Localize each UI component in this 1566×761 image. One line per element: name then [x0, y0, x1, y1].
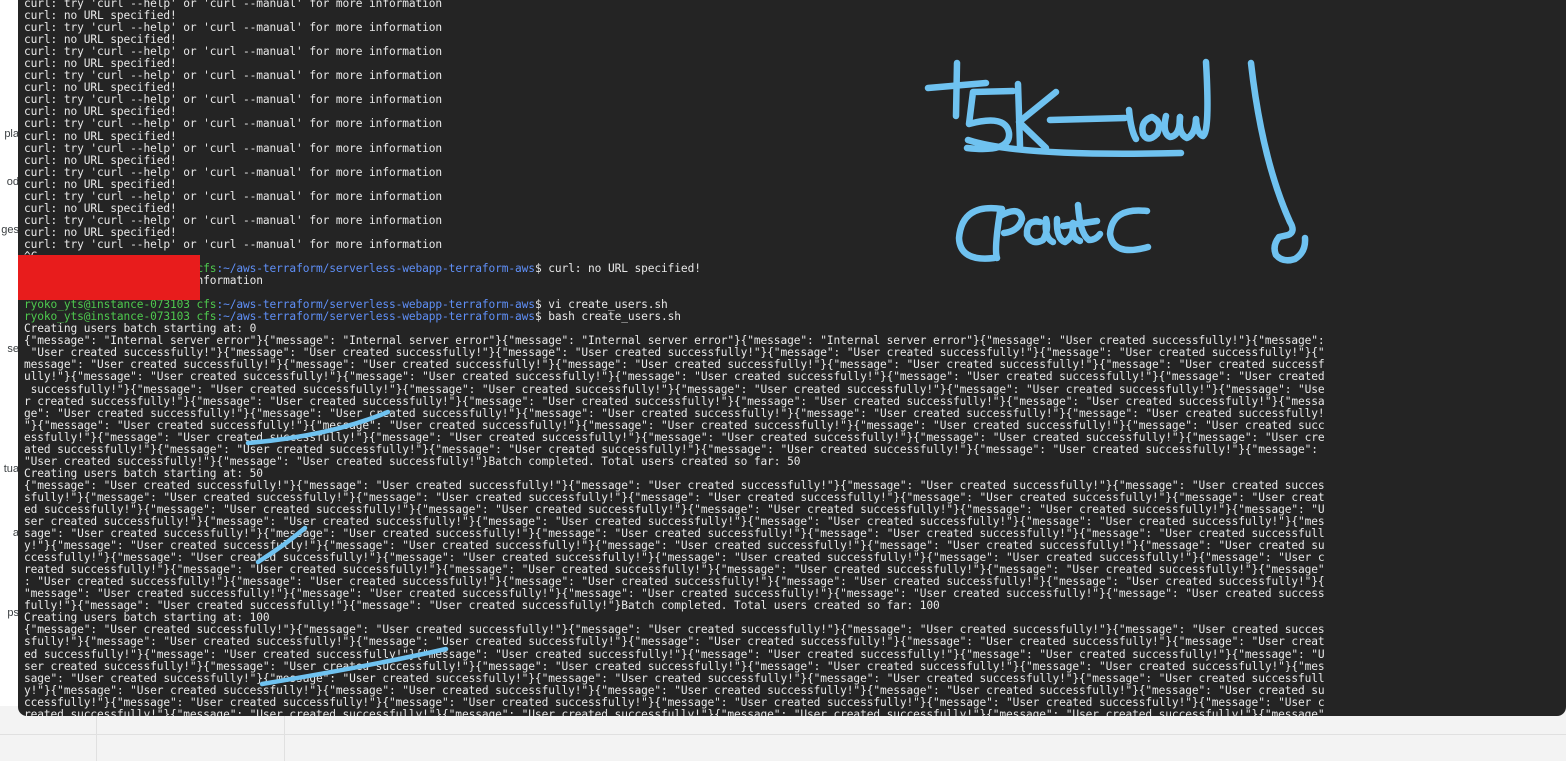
sidebar-fragment-4[interactable]: tua [0, 463, 19, 475]
sidebar-fragment-5[interactable]: a [0, 527, 19, 539]
redaction-box [18, 255, 200, 300]
terminal-output: curl: try 'curl --help' or 'curl --manua… [24, 0, 1325, 716]
sidebar-fragment-0[interactable]: pla [0, 128, 19, 140]
sidebar-fragment-1[interactable]: od [0, 176, 19, 188]
terminal-window[interactable]: curl: try 'curl --help' or 'curl --manua… [18, 0, 1566, 716]
screen: pla od ges se tua ps a curl: try 'curl -… [0, 0, 1566, 761]
sidebar-fragment-3[interactable]: se [0, 343, 19, 355]
sidebar-fragment-6[interactable]: ps [0, 607, 19, 619]
sidebar-fragment-2[interactable]: ges [0, 224, 19, 236]
